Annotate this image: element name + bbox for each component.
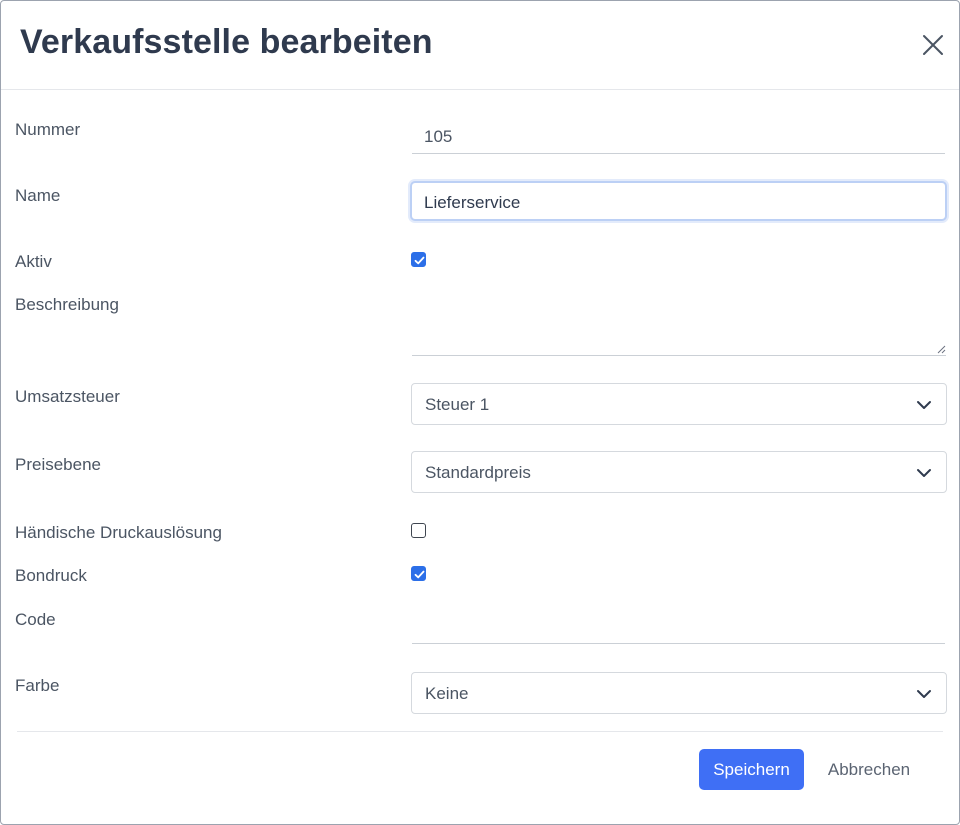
nummer-label: Nummer (15, 120, 81, 139)
dialog-title: Verkaufsstelle bearbeiten (20, 23, 433, 61)
umsatzsteuer-label: Umsatzsteuer (15, 387, 120, 406)
resize-handle-icon[interactable] (936, 344, 946, 354)
code-label: Code (15, 610, 56, 629)
umsatzsteuer-select[interactable]: Steuer 1 (411, 383, 947, 425)
name-value: Lieferservice (424, 193, 521, 212)
edit-sales-point-dialog: Verkaufsstelle bearbeiten Nummer 105 Nam… (0, 0, 960, 825)
nummer-input[interactable]: 105 (412, 120, 945, 154)
preisebene-selected: Standardpreis (425, 463, 531, 482)
name-label: Name (15, 186, 61, 205)
close-button[interactable] (919, 31, 947, 59)
preisebene-select[interactable]: Standardpreis (411, 451, 947, 493)
chevron-down-icon (917, 401, 931, 409)
aktiv-checkbox[interactable] (411, 252, 426, 267)
dialog-header: Verkaufsstelle bearbeiten (1, 1, 959, 90)
checkmark-icon (414, 570, 425, 579)
bondruck-label: Bondruck (15, 566, 87, 585)
aktiv-label: Aktiv (15, 252, 52, 271)
checkmark-icon (414, 256, 425, 265)
farbe-select[interactable]: Keine (411, 672, 947, 714)
cancel-button[interactable]: Abbrechen (819, 749, 919, 790)
code-input[interactable] (412, 610, 945, 644)
haendische-druckausloesung-label: Händische Druckauslösung (15, 523, 222, 542)
beschreibung-label: Beschreibung (15, 295, 119, 314)
preisebene-label: Preisebene (15, 455, 102, 474)
close-icon (923, 35, 943, 55)
chevron-down-icon (917, 469, 931, 477)
chevron-down-icon (917, 690, 931, 698)
bondruck-checkbox[interactable] (411, 566, 426, 581)
nummer-value: 105 (424, 127, 453, 146)
haendische-druckausloesung-checkbox[interactable] (411, 523, 426, 538)
farbe-label: Farbe (15, 676, 60, 695)
footer-divider (17, 731, 943, 732)
beschreibung-textarea[interactable] (412, 291, 946, 356)
farbe-selected: Keine (425, 684, 469, 703)
name-input[interactable]: Lieferservice (410, 181, 947, 221)
umsatzsteuer-selected: Steuer 1 (425, 395, 490, 414)
save-button[interactable]: Speichern (699, 749, 804, 790)
